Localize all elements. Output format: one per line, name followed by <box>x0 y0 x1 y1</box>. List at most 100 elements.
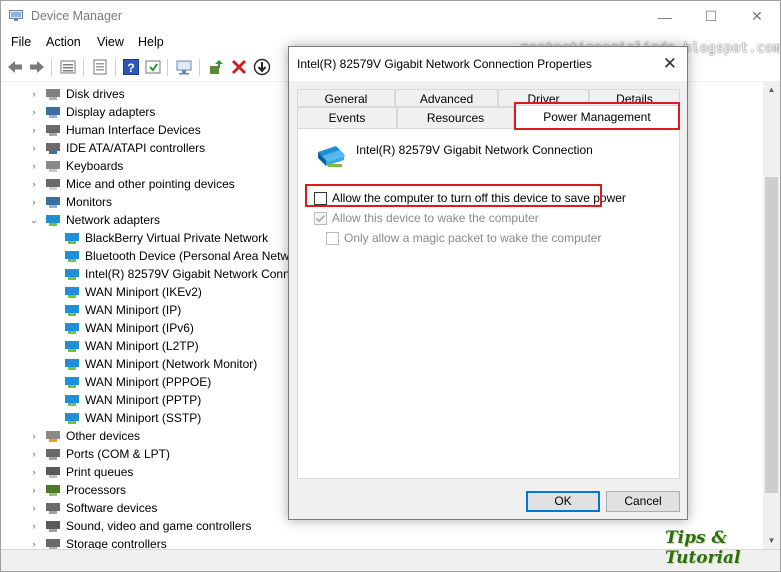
network-adapter-icon <box>46 215 60 226</box>
properties-icon[interactable] <box>91 58 109 76</box>
magic-packet-checkbox[interactable] <box>326 232 339 245</box>
tab-resources[interactable]: Resources <box>397 107 514 129</box>
chevron-right-icon[interactable]: › <box>28 139 40 157</box>
chevron-right-icon[interactable]: › <box>28 85 40 103</box>
tree-item-label: BlackBerry Virtual Private Network <box>85 231 269 245</box>
magic-packet-label: Only allow a magic packet to wake the co… <box>344 231 602 245</box>
check-icon <box>315 214 326 223</box>
processor-icon <box>46 485 60 496</box>
chevron-right-icon[interactable]: › <box>28 103 40 121</box>
disk-drive-icon <box>46 89 60 100</box>
highlight-box-option <box>305 184 602 207</box>
tree-item-label: Processors <box>66 483 127 497</box>
window-title: Device Manager <box>31 9 123 23</box>
update-driver-icon[interactable] <box>207 58 225 76</box>
chevron-right-icon[interactable]: › <box>28 517 40 535</box>
chevron-down-icon[interactable]: ⌄ <box>28 211 40 229</box>
storage-controller-icon <box>46 539 60 549</box>
properties-dialog: Intel(R) 82579V Gigabit Network Connecti… <box>288 46 688 520</box>
title-bar: Device Manager — ☐ ✕ <box>1 1 780 32</box>
device-name: Intel(R) 82579V Gigabit Network Connecti… <box>356 143 593 157</box>
action-pane-icon[interactable] <box>144 58 162 76</box>
tree-item-label: Intel(R) 82579V Gigabit Network Connecti… <box>85 267 322 281</box>
chevron-right-icon[interactable]: › <box>28 481 40 499</box>
power-management-panel: Intel(R) 82579V Gigabit Network Connecti… <box>297 128 680 479</box>
mouse-icon <box>46 179 60 190</box>
chevron-right-icon[interactable]: › <box>28 445 40 463</box>
maximize-button[interactable]: ☐ <box>688 1 734 32</box>
status-bar <box>1 549 780 571</box>
tab-events[interactable]: Events <box>297 107 397 129</box>
back-arrow-icon[interactable] <box>6 58 24 76</box>
maximize-icon: ☐ <box>704 8 718 24</box>
chevron-right-icon[interactable]: › <box>28 535 40 549</box>
tree-item-label: Display adapters <box>66 105 156 119</box>
dialog-close-icon[interactable]: ✕ <box>663 54 677 74</box>
close-icon: ✕ <box>751 8 763 24</box>
network-adapter-icon <box>65 287 79 298</box>
network-adapter-icon <box>318 146 346 167</box>
uninstall-icon[interactable] <box>230 58 248 76</box>
tree-item-label: WAN Miniport (IP) <box>85 303 182 317</box>
printer-icon <box>46 467 60 478</box>
menu-action[interactable]: Action <box>46 35 81 49</box>
tree-item-label: WAN Miniport (PPTP) <box>85 393 202 407</box>
tab-advanced[interactable]: Advanced <box>395 89 498 107</box>
software-device-icon <box>46 503 60 514</box>
display-adapter-icon <box>46 107 60 118</box>
toolbar-separator <box>167 59 168 76</box>
tree-item-label: WAN Miniport (PPPOE) <box>85 375 212 389</box>
tree-item-label: Storage controllers <box>66 537 167 549</box>
network-adapter-icon <box>65 269 79 280</box>
toolbar-separator <box>83 59 84 76</box>
minimize-icon: — <box>658 8 672 25</box>
ok-button[interactable]: OK <box>526 491 600 512</box>
network-adapter-icon <box>65 377 79 388</box>
chevron-right-icon[interactable]: › <box>28 157 40 175</box>
device-manager-window: Device Manager — ☐ ✕ File Action View He… <box>0 0 781 572</box>
network-adapter-icon <box>65 395 79 406</box>
tree-item-label: WAN Miniport (IPv6) <box>85 321 194 335</box>
network-adapter-icon <box>65 233 79 244</box>
menu-view[interactable]: View <box>97 35 124 49</box>
network-adapter-icon <box>65 323 79 334</box>
chevron-right-icon[interactable]: › <box>28 193 40 211</box>
tree-item-label: IDE ATA/ATAPI controllers <box>66 141 206 155</box>
disable-device-icon[interactable] <box>253 58 271 76</box>
scan-hardware-icon[interactable] <box>175 58 193 76</box>
tree-item-label: WAN Miniport (Network Monitor) <box>85 357 258 371</box>
wake-computer-label: Allow this device to wake the computer <box>332 211 539 225</box>
wake-computer-checkbox[interactable] <box>314 212 327 225</box>
tree-item-label: Keyboards <box>66 159 124 173</box>
network-adapter-icon <box>65 251 79 262</box>
tree-item-label: WAN Miniport (SSTP) <box>85 411 202 425</box>
toolbar-separator <box>51 59 52 76</box>
toolbar-separator <box>115 59 116 76</box>
tree-item-label: Other devices <box>66 429 141 443</box>
ide-controller-icon <box>46 143 60 154</box>
network-adapter-icon <box>65 413 79 424</box>
chevron-right-icon[interactable]: › <box>28 175 40 193</box>
highlight-box-tab <box>514 102 680 130</box>
cancel-button[interactable]: Cancel <box>606 491 680 512</box>
minimize-button[interactable]: — <box>642 1 688 32</box>
scroll-up-icon[interactable]: ▲ <box>763 81 780 98</box>
tree-item-label: Human Interface Devices <box>66 123 201 137</box>
chevron-right-icon[interactable]: › <box>28 499 40 517</box>
menu-file[interactable]: File <box>11 35 31 49</box>
tree-item-label: Mice and other pointing devices <box>66 177 235 191</box>
menu-help[interactable]: Help <box>138 35 164 49</box>
chevron-right-icon[interactable]: › <box>28 121 40 139</box>
vertical-scrollbar[interactable]: ▲ ▼ <box>763 81 780 549</box>
chevron-right-icon[interactable]: › <box>28 463 40 481</box>
close-button[interactable]: ✕ <box>734 1 780 32</box>
chevron-right-icon[interactable]: › <box>28 427 40 445</box>
forward-arrow-icon[interactable] <box>28 58 46 76</box>
tab-general[interactable]: General <box>297 89 395 107</box>
monitor-icon <box>46 197 60 208</box>
port-icon <box>46 449 60 460</box>
device-list-icon[interactable] <box>59 58 77 76</box>
help-icon[interactable]: ? <box>122 58 140 76</box>
scroll-thumb[interactable] <box>765 177 778 493</box>
tree-item-label: Sound, video and game controllers <box>66 519 252 533</box>
